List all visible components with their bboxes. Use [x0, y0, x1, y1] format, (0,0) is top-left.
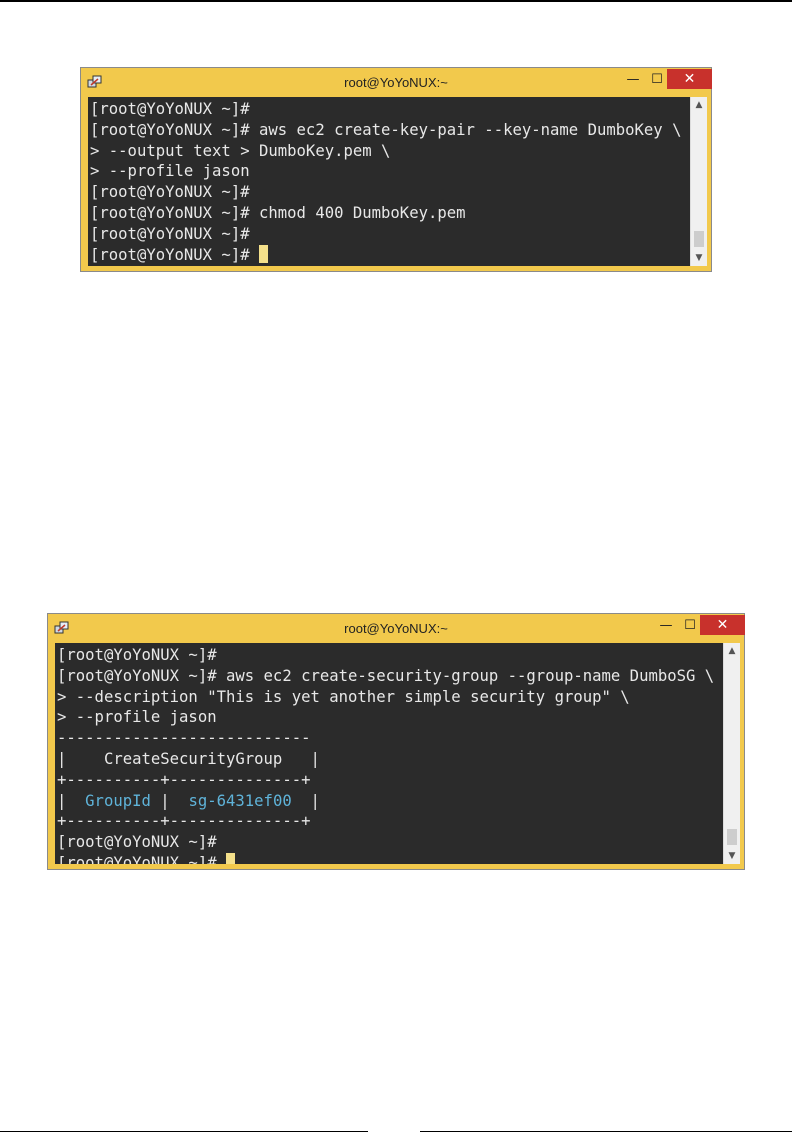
terminal-prompt-line[interactable]: [root@YoYoNUX ~]#: [90, 244, 690, 266]
prompt: [root@YoYoNUX ~]#: [90, 245, 259, 264]
terminal-line: > --output text > DumboKey.pem \: [90, 141, 391, 160]
table-header: | CreateSecurityGroup |: [57, 749, 320, 768]
terminal-line: > --description "This is yet another sim…: [57, 687, 630, 706]
table-border-bottom: +----------+--------------+: [57, 812, 311, 831]
text-cursor: [259, 244, 268, 263]
terminal-line: [root@YoYoNUX ~]#: [90, 100, 250, 118]
terminal-output[interactable]: [root@YoYoNUX ~]# [root@YoYoNUX ~]# aws …: [88, 97, 690, 266]
terminal-line: [root@YoYoNUX ~]#: [57, 646, 217, 664]
scroll-up-arrow-icon[interactable]: ▲: [691, 97, 707, 113]
terminal-line: [root@YoYoNUX ~]#: [57, 833, 217, 852]
terminal-window-2[interactable]: root@YoYoNUX:~ — ☐ ✕ [root@YoYoNUX ~]# […: [47, 613, 745, 870]
window-title: root@YoYoNUX:~: [344, 75, 448, 90]
terminal-line: [root@YoYoNUX ~]#: [90, 183, 250, 202]
title-bar[interactable]: root@YoYoNUX:~ — ☐ ✕: [48, 614, 745, 643]
table-border-top: ---------------------------: [57, 729, 311, 748]
close-button[interactable]: ✕: [667, 69, 712, 89]
terminal-line: [root@YoYoNUX ~]# aws ec2 create-key-pai…: [90, 120, 682, 139]
terminal-output[interactable]: [root@YoYoNUX ~]# [root@YoYoNUX ~]# aws …: [55, 643, 723, 864]
terminal-line: [root@YoYoNUX ~]# chmod 400 DumboKey.pem: [90, 203, 466, 222]
terminal-line: [root@YoYoNUX ~]# aws ec2 create-securit…: [57, 666, 715, 685]
table-row: | GroupId | sg-6431ef00 |: [57, 791, 723, 812]
terminal-line: > --profile jason: [57, 708, 217, 727]
group-id-key: GroupId: [85, 791, 151, 810]
terminal-line: [root@YoYoNUX ~]#: [90, 224, 250, 243]
group-id-value: sg-6431ef00: [188, 791, 292, 810]
page-bottom-rule-left: [0, 1131, 368, 1132]
prompt: [root@YoYoNUX ~]#: [57, 853, 226, 864]
close-button[interactable]: ✕: [700, 615, 745, 635]
vertical-scrollbar[interactable]: ▲ ▼: [690, 97, 707, 266]
page-top-rule: [0, 0, 792, 2]
scroll-down-arrow-icon[interactable]: ▼: [691, 250, 707, 266]
scroll-down-arrow-icon[interactable]: ▼: [724, 848, 740, 864]
table-row-right-border: |: [291, 791, 320, 810]
minimize-button[interactable]: —: [620, 69, 646, 89]
table-row-left-border: |: [57, 791, 86, 810]
text-cursor: [226, 852, 235, 864]
scrollbar-thumb[interactable]: [727, 829, 737, 845]
table-separator: +----------+--------------+: [57, 770, 311, 789]
terminal-window-1[interactable]: root@YoYoNUX:~ — ☐ ✕ [root@YoYoNUX ~]# […: [80, 67, 712, 272]
page-bottom-rule-right: [420, 1131, 792, 1132]
minimize-button[interactable]: —: [653, 615, 679, 635]
scroll-up-arrow-icon[interactable]: ▲: [724, 643, 740, 659]
window-title: root@YoYoNUX:~: [344, 621, 448, 636]
terminal-prompt-line[interactable]: [root@YoYoNUX ~]#: [57, 852, 723, 864]
title-bar[interactable]: root@YoYoNUX:~ — ☐ ✕: [81, 68, 712, 97]
scrollbar-thumb[interactable]: [694, 231, 704, 247]
vertical-scrollbar[interactable]: ▲ ▼: [723, 643, 740, 864]
terminal-line: > --profile jason: [90, 162, 250, 181]
table-row-mid-border: |: [150, 791, 189, 810]
